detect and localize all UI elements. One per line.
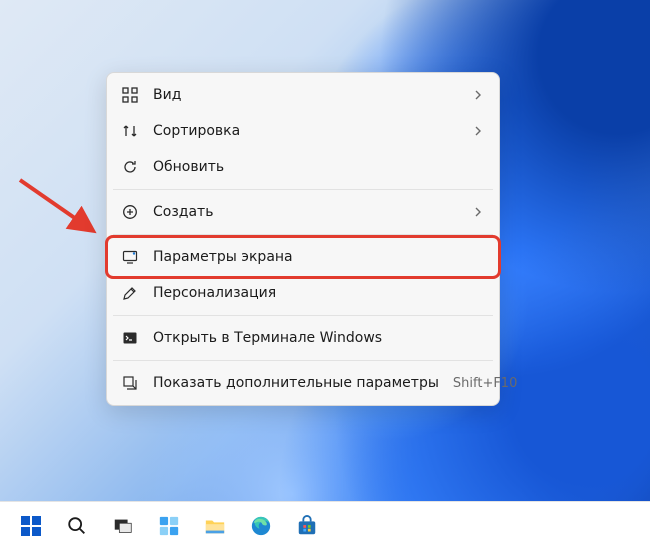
menu-separator: [113, 360, 493, 361]
personalize-icon: [121, 284, 139, 302]
menu-item-label: Сортировка: [153, 123, 457, 139]
menu-item-new[interactable]: Создать: [111, 194, 495, 230]
menu-item-label: Параметры экрана: [153, 249, 485, 265]
menu-item-label: Показать дополнительные параметры: [153, 375, 439, 391]
menu-item-label: Создать: [153, 204, 457, 220]
store-button[interactable]: [288, 507, 326, 545]
display-icon: [121, 248, 139, 266]
taskbar: [0, 501, 650, 549]
menu-item-view[interactable]: Вид: [111, 77, 495, 113]
task-view-button[interactable]: [104, 507, 142, 545]
view-icon: [121, 86, 139, 104]
menu-item-personalize[interactable]: Персонализация: [111, 275, 495, 311]
menu-item-label: Персонализация: [153, 285, 485, 301]
menu-item-open-terminal[interactable]: Открыть в Терминале Windows: [111, 320, 495, 356]
sort-icon: [121, 122, 139, 140]
more-options-icon: [121, 374, 139, 392]
menu-separator: [113, 189, 493, 190]
menu-item-show-more-options[interactable]: Показать дополнительные параметры Shift+…: [111, 365, 495, 401]
menu-item-label: Вид: [153, 87, 457, 103]
edge-button[interactable]: [242, 507, 280, 545]
menu-item-label: Обновить: [153, 159, 485, 175]
menu-item-refresh[interactable]: Обновить: [111, 149, 495, 185]
menu-item-sort[interactable]: Сортировка: [111, 113, 495, 149]
search-button[interactable]: [58, 507, 96, 545]
menu-separator: [113, 234, 493, 235]
terminal-icon: [121, 329, 139, 347]
menu-separator: [113, 315, 493, 316]
chevron-right-icon: [471, 90, 485, 100]
widgets-button[interactable]: [150, 507, 188, 545]
menu-item-label: Открыть в Терминале Windows: [153, 330, 485, 346]
desktop-context-menu: Вид Сортировка Обновить Создат: [106, 72, 500, 406]
new-icon: [121, 203, 139, 221]
file-explorer-button[interactable]: [196, 507, 234, 545]
chevron-right-icon: [471, 207, 485, 217]
chevron-right-icon: [471, 126, 485, 136]
refresh-icon: [121, 158, 139, 176]
menu-item-shortcut: Shift+F10: [453, 376, 517, 391]
menu-item-display-settings[interactable]: Параметры экрана: [111, 239, 495, 275]
start-button[interactable]: [12, 507, 50, 545]
